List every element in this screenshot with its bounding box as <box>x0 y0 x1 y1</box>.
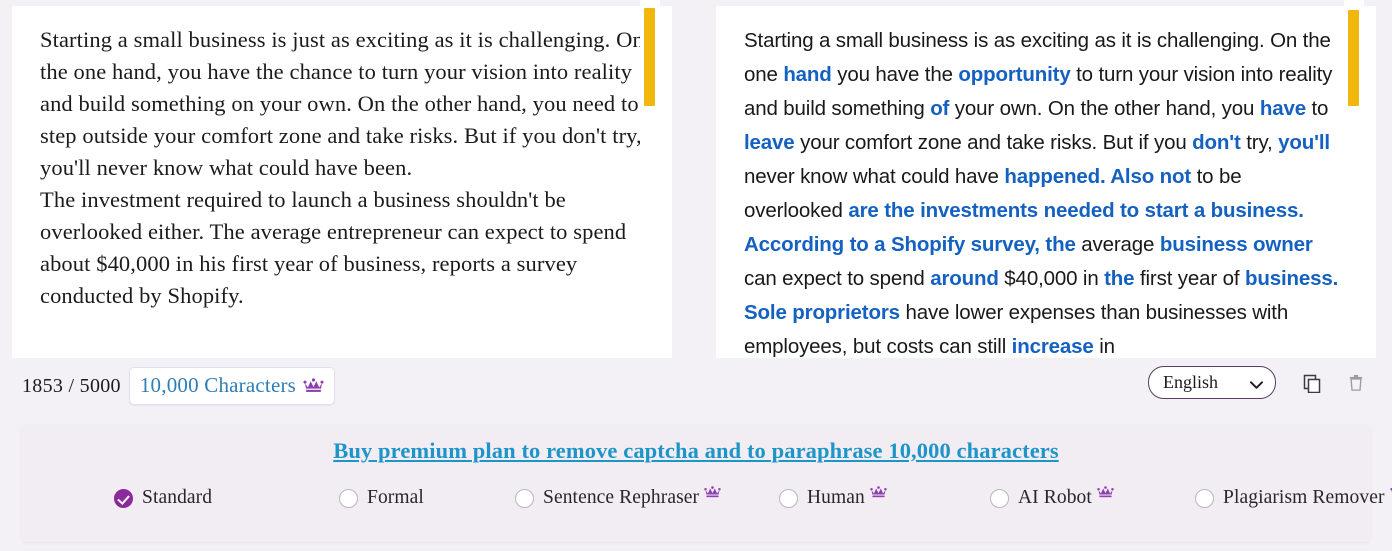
output-scrollbar-thumb[interactable] <box>1348 10 1359 106</box>
radio-unselected-icon[interactable] <box>990 489 1009 508</box>
mode-option-standard[interactable]: Standard <box>114 487 212 509</box>
upgrade-characters-label: 10,000 Characters <box>140 373 296 398</box>
output-paragraph: Starting a small business is as exciting… <box>744 24 1350 358</box>
mode-option-plagiarism-remover[interactable]: Plagiarism Remover <box>1195 487 1392 509</box>
delete-button[interactable] <box>1348 374 1364 392</box>
radio-selected-icon[interactable] <box>114 489 133 508</box>
output-plain-text: your comfort zone and take risks. But if… <box>795 131 1193 154</box>
output-highlight-word: happened. Also not <box>1004 165 1191 188</box>
output-plain-text: in <box>1094 335 1115 358</box>
radio-unselected-icon[interactable] <box>339 489 358 508</box>
mode-option-formal[interactable]: Formal <box>339 487 424 509</box>
radio-unselected-icon[interactable] <box>779 489 798 508</box>
radio-unselected-icon[interactable] <box>515 489 534 508</box>
radio-unselected-icon[interactable] <box>1195 489 1214 508</box>
source-scrollbar-thumb[interactable] <box>644 8 655 106</box>
buy-premium-link[interactable]: Buy premium plan to remove captcha and t… <box>22 438 1370 464</box>
copy-icon <box>1302 381 1322 396</box>
mode-option-label: Formal <box>367 487 424 509</box>
output-highlight-word: have <box>1260 97 1306 120</box>
language-select-wrapper[interactable]: English <box>1148 366 1276 399</box>
output-highlight-word: you'll <box>1278 131 1330 154</box>
output-plain-text: you have the <box>832 63 959 86</box>
output-plain-text: try, <box>1241 131 1278 154</box>
output-plain-text: $40,000 in <box>999 267 1104 290</box>
mode-option-sentence-rephraser[interactable]: Sentence Rephraser <box>515 487 721 509</box>
language-select[interactable]: English <box>1148 366 1276 399</box>
output-highlight-word: around <box>930 267 999 290</box>
mode-option-label: Sentence Rephraser <box>543 487 699 509</box>
output-highlight-word: increase <box>1012 335 1094 358</box>
output-highlight-word: opportunity <box>958 63 1070 86</box>
mode-option-label: Plagiarism Remover <box>1223 487 1385 509</box>
mode-option-label: Standard <box>142 487 212 509</box>
crown-icon <box>1097 485 1114 499</box>
upgrade-characters-button[interactable]: 10,000 Characters <box>129 367 335 405</box>
source-text-panel[interactable]: Starting a small business is just as exc… <box>12 6 672 358</box>
output-plain-text: average <box>1076 233 1160 256</box>
editor-row: Starting a small business is just as exc… <box>0 0 1392 360</box>
copy-button[interactable] <box>1302 373 1322 393</box>
character-count: 1853 / 5000 <box>22 375 121 398</box>
source-paragraph-1: Starting a small business is just as exc… <box>40 24 646 184</box>
crown-icon <box>704 485 721 499</box>
output-scrollbar[interactable] <box>1344 0 1364 352</box>
output-plain-text: first year of <box>1134 267 1245 290</box>
output-text-content[interactable]: Starting a small business is as exciting… <box>716 6 1350 358</box>
output-plain-text: can expect to spend <box>744 267 930 290</box>
source-scrollbar[interactable] <box>640 0 660 352</box>
crown-icon <box>303 377 324 394</box>
output-highlight-word: of <box>930 97 949 120</box>
mode-option-label: AI Robot <box>1018 487 1092 509</box>
source-text-content[interactable]: Starting a small business is just as exc… <box>12 6 646 312</box>
modes-footer-card: Buy premium plan to remove captcha and t… <box>22 425 1370 542</box>
output-text-panel[interactable]: Starting a small business is as exciting… <box>716 6 1376 358</box>
output-highlight-word: don't <box>1192 131 1241 154</box>
crown-icon <box>870 485 887 499</box>
output-plain-text: to <box>1306 97 1328 120</box>
mode-option-label: Human <box>807 487 865 509</box>
trash-icon <box>1348 380 1364 395</box>
toolbar-actions: English <box>1148 366 1364 399</box>
output-highlight-word: the <box>1104 267 1134 290</box>
editor-toolbar: 1853 / 5000 10,000 Characters English <box>0 360 1392 418</box>
output-plain-text: never know what could have <box>744 165 1004 188</box>
mode-option-human[interactable]: Human <box>779 487 887 509</box>
output-highlight-word: leave <box>744 131 795 154</box>
output-highlight-word: business owner <box>1160 233 1313 256</box>
character-counter-group: 1853 / 5000 10,000 Characters <box>22 367 335 405</box>
mode-option-ai-robot[interactable]: AI Robot <box>990 487 1114 509</box>
source-paragraph-2: The investment required to launch a busi… <box>40 184 646 312</box>
output-highlight-word: hand <box>783 63 831 86</box>
output-plain-text: your own. On the other hand, you <box>949 97 1260 120</box>
